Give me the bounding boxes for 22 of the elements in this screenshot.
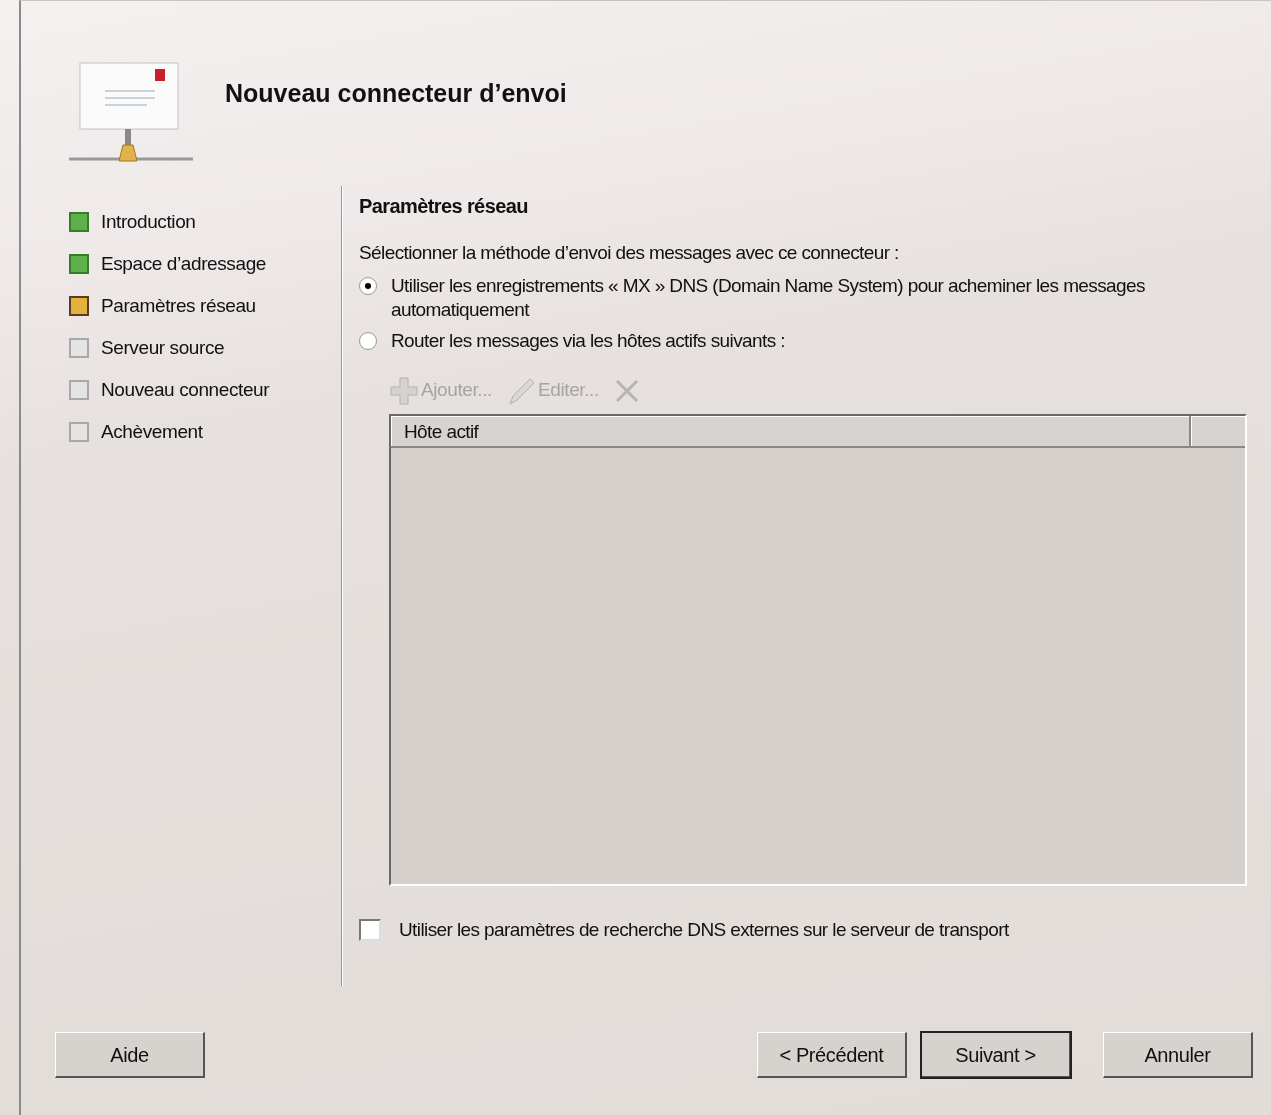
step-label: Achèvement xyxy=(101,419,203,444)
wizard-button[interactable]: Annuler xyxy=(1103,1032,1253,1078)
plus-icon xyxy=(389,375,419,406)
wizard-title: Nouveau connecteur d’envoi xyxy=(225,77,567,109)
checkbox-label[interactable]: Utiliser les paramètres de recherche DNS externes sur le serveur de transport xyxy=(399,915,1009,945)
wizard-button[interactable]: Aide xyxy=(55,1032,205,1078)
step-label: Introduction xyxy=(101,209,196,234)
radio-button[interactable] xyxy=(359,331,377,350)
option-label[interactable]: Router les messages via les hôtes actifs suivants : xyxy=(391,328,785,354)
wizard-button[interactable]: < Précédent xyxy=(757,1032,907,1078)
checkbox[interactable] xyxy=(359,918,381,941)
step-label: Nouveau connecteur xyxy=(101,377,270,402)
section-title: Paramètres réseau xyxy=(359,194,529,219)
step-label: Espace d’adressage xyxy=(101,251,266,276)
wizard-button[interactable]: Suivant > xyxy=(921,1032,1071,1078)
option-label[interactable]: Utiliser les enregistrements « MX » DNS (Domain Name System) pour acheminer les messages automatiquement xyxy=(391,273,1247,323)
step-label: Serveur source xyxy=(101,335,225,360)
header-filler xyxy=(1191,415,1245,448)
radio-button[interactable] xyxy=(359,276,377,295)
step-label: Paramètres réseau xyxy=(101,293,256,318)
prompt-text: Sélectionner la méthode d’envoi des messages avec ce connecteur : xyxy=(359,241,900,265)
column-header[interactable]: Hôte actif xyxy=(391,415,1191,448)
